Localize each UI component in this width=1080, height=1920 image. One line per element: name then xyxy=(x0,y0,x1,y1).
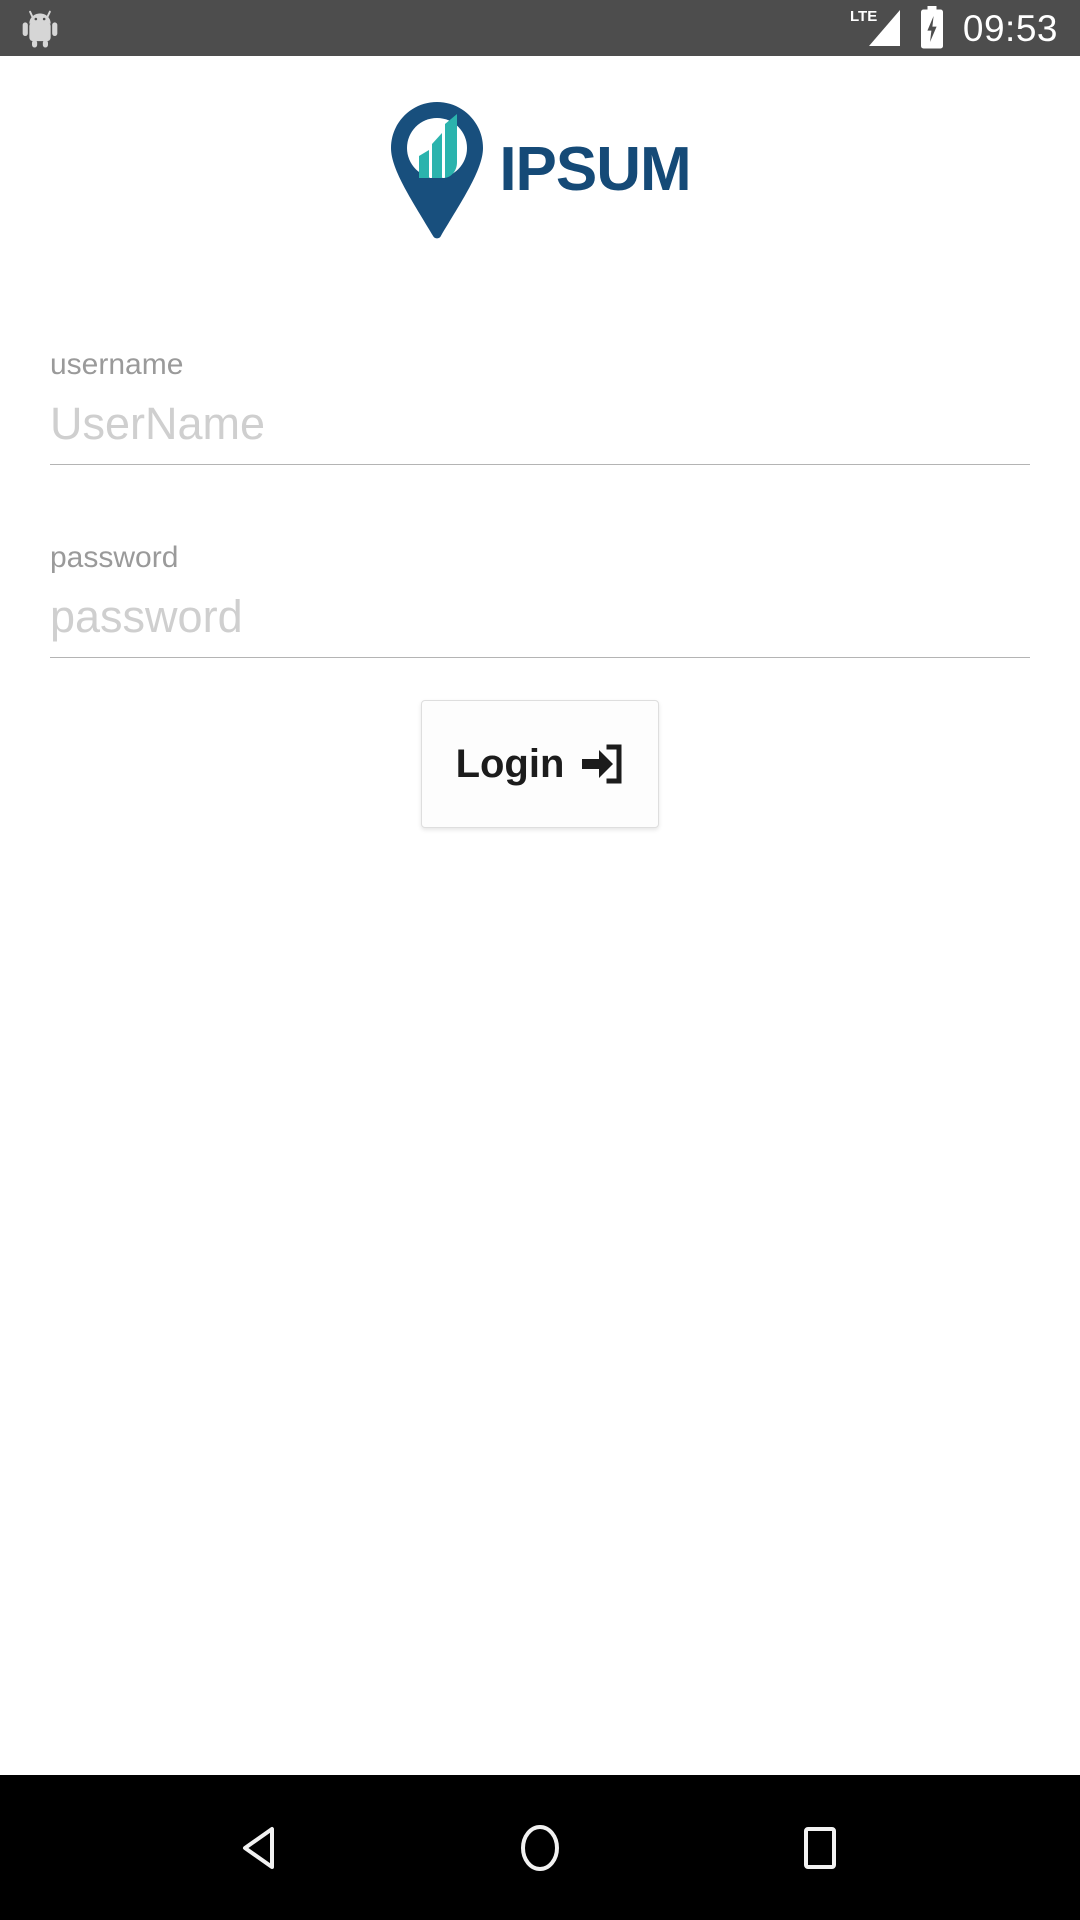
battery-charging-icon xyxy=(920,6,943,49)
login-button-row: Login xyxy=(50,699,1030,828)
username-field-group: username xyxy=(50,350,1030,465)
password-label: password xyxy=(50,540,179,574)
android-robot-icon xyxy=(22,10,58,48)
username-input[interactable] xyxy=(50,398,1030,465)
nav-recents-button[interactable] xyxy=(760,1788,880,1908)
login-button-label: Login xyxy=(455,741,565,786)
password-input[interactable] xyxy=(50,590,1030,658)
android-navigation-bar xyxy=(0,1775,1080,1920)
home-circle-icon xyxy=(521,1824,559,1871)
status-bar-left xyxy=(20,8,60,48)
username-label: username xyxy=(50,348,184,381)
svg-text:LTE: LTE xyxy=(850,8,877,25)
phone-screen: LTE 09:53 IPSUM username UserName passwo… xyxy=(0,0,1080,1920)
app-logo: IPSUM xyxy=(0,56,1080,240)
recents-square-icon xyxy=(804,1826,836,1869)
signal-bars-icon: LTE xyxy=(850,8,900,46)
login-button[interactable]: Login xyxy=(420,699,660,828)
password-field-group: password xyxy=(50,540,1030,658)
back-triangle-icon xyxy=(243,1826,274,1869)
location-pin-bar-chart-logo xyxy=(391,102,484,239)
nav-back-button[interactable] xyxy=(200,1788,320,1908)
brand-name: IPSUM xyxy=(499,135,691,204)
status-bar-right: LTE 09:53 xyxy=(849,6,1058,50)
login-form: username password Login xyxy=(0,350,1080,828)
status-bar-clock: 09:53 xyxy=(962,7,1058,49)
sign-in-alt-icon xyxy=(582,744,622,783)
nav-home-button[interactable] xyxy=(480,1788,600,1908)
status-bar: LTE 09:53 xyxy=(0,0,1080,56)
login-screen-content: IPSUM username password Login xyxy=(0,56,1080,1775)
